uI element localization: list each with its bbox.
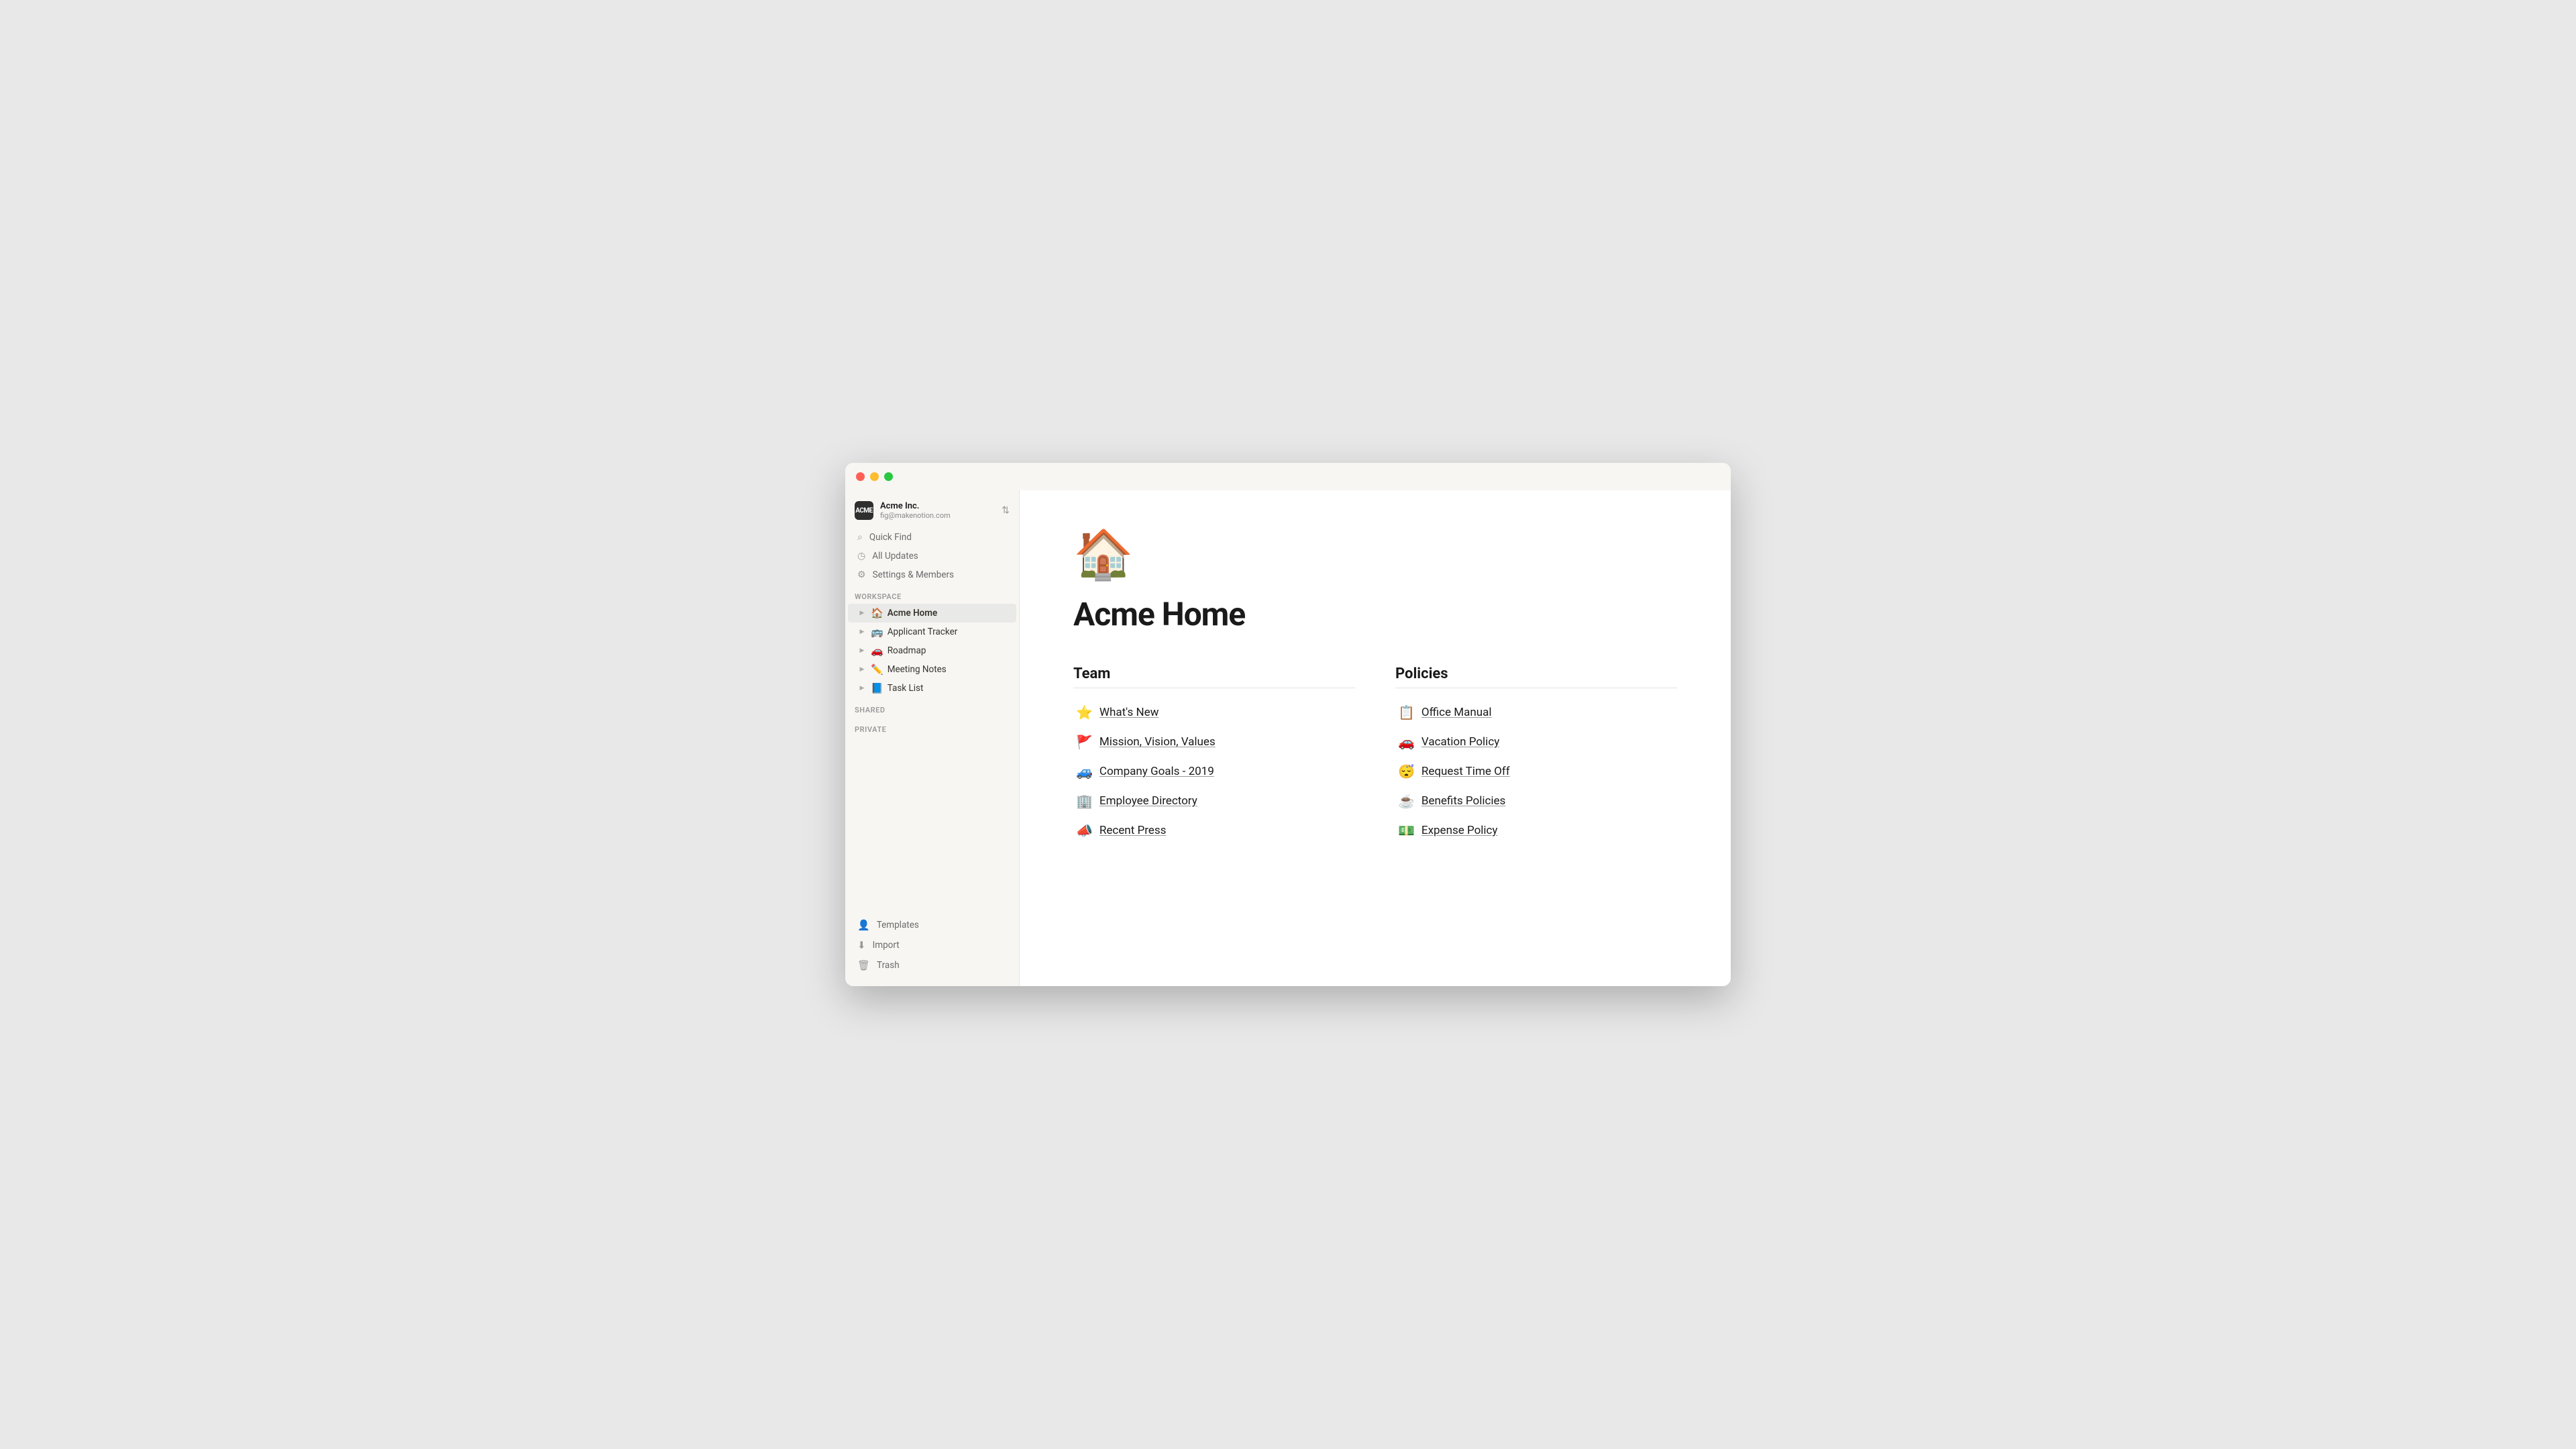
team-column: Team ⭐ What's New 🚩 Mission, Vision, Val… bbox=[1073, 665, 1355, 844]
whats-new-text: What's New bbox=[1099, 706, 1159, 719]
sidebar-item-acme-home[interactable]: ▶ 🏠 Acme Home bbox=[848, 604, 1016, 623]
sidebar-item-meeting-notes[interactable]: ▶ ✏️ Meeting Notes bbox=[848, 660, 1016, 679]
sidebar: ACME Acme Inc. fig@makenotion.com ⇅ ⌕ Qu… bbox=[845, 490, 1020, 986]
company-goals-link[interactable]: 🚙 Company Goals - 2019 bbox=[1073, 758, 1355, 785]
office-manual-text: Office Manual bbox=[1421, 706, 1492, 719]
settings-button[interactable]: ⚙ Settings & Members bbox=[848, 566, 1016, 584]
workspace-text: Acme Inc. fig@makenotion.com bbox=[880, 501, 951, 520]
app-window: ACME Acme Inc. fig@makenotion.com ⇅ ⌕ Qu… bbox=[845, 463, 1731, 986]
mission-link[interactable]: 🚩 Mission, Vision, Values bbox=[1073, 729, 1355, 755]
workspace-email: fig@makenotion.com bbox=[880, 511, 951, 520]
sidebar-bottom: 👤 Templates ⬇ Import 🗑 Trash bbox=[845, 907, 1019, 975]
page-icon: 🏠 bbox=[1073, 531, 1677, 579]
office-manual-link[interactable]: 📋 Office Manual bbox=[1395, 699, 1677, 726]
recent-press-text: Recent Press bbox=[1099, 824, 1166, 837]
page-title: Acme Home bbox=[1073, 595, 1677, 633]
employee-directory-emoji: 🏢 bbox=[1076, 793, 1093, 809]
main-layout: ACME Acme Inc. fig@makenotion.com ⇅ ⌕ Qu… bbox=[845, 490, 1731, 986]
chevron-right-icon: ▶ bbox=[857, 684, 867, 693]
benefits-policies-link[interactable]: ☕ Benefits Policies bbox=[1395, 788, 1677, 814]
sidebar-item-applicant-tracker[interactable]: ▶ 🚌 Applicant Tracker bbox=[848, 623, 1016, 641]
policies-header: Policies bbox=[1395, 665, 1677, 688]
expense-policy-emoji: 💵 bbox=[1398, 822, 1415, 839]
employee-directory-text: Employee Directory bbox=[1099, 794, 1197, 808]
chevron-right-icon: ▶ bbox=[857, 608, 867, 618]
gear-icon: ⚙ bbox=[857, 570, 866, 580]
request-time-off-emoji: 😴 bbox=[1398, 763, 1415, 780]
clock-icon: ◷ bbox=[857, 551, 865, 561]
templates-icon: 👤 bbox=[857, 919, 870, 931]
import-label: Import bbox=[873, 940, 900, 951]
import-button[interactable]: ⬇ Import bbox=[848, 935, 1016, 955]
workspace-name: Acme Inc. bbox=[880, 501, 951, 511]
workspace-logo: ACME bbox=[855, 501, 873, 520]
applicant-tracker-label: Applicant Tracker bbox=[888, 627, 1007, 637]
trash-button[interactable]: 🗑 Trash bbox=[848, 955, 1016, 975]
task-list-emoji: 📘 bbox=[871, 682, 883, 694]
team-header: Team bbox=[1073, 665, 1355, 688]
expense-policy-text: Expense Policy bbox=[1421, 824, 1498, 837]
mission-text: Mission, Vision, Values bbox=[1099, 735, 1216, 749]
meeting-notes-label: Meeting Notes bbox=[888, 664, 1007, 675]
roadmap-label: Roadmap bbox=[888, 645, 1007, 656]
content-columns: Team ⭐ What's New 🚩 Mission, Vision, Val… bbox=[1073, 665, 1677, 844]
sidebar-item-roadmap[interactable]: ▶ 🚗 Roadmap bbox=[848, 641, 1016, 660]
vacation-policy-text: Vacation Policy bbox=[1421, 735, 1499, 749]
workspace-section-label: WORKSPACE bbox=[845, 584, 1019, 604]
chevron-right-icon: ▶ bbox=[857, 665, 867, 674]
page-content: 🏠 Acme Home Team ⭐ What's New 🚩 Mission,… bbox=[1020, 490, 1731, 986]
benefits-policies-text: Benefits Policies bbox=[1421, 794, 1505, 808]
meeting-notes-emoji: ✏️ bbox=[871, 663, 883, 676]
expense-policy-link[interactable]: 💵 Expense Policy bbox=[1395, 817, 1677, 844]
team-link-list: ⭐ What's New 🚩 Mission, Vision, Values 🚙… bbox=[1073, 699, 1355, 844]
applicant-tracker-emoji: 🚌 bbox=[871, 626, 883, 638]
titlebar bbox=[845, 463, 1731, 490]
chevron-right-icon: ▶ bbox=[857, 627, 867, 637]
acme-home-emoji: 🏠 bbox=[871, 607, 883, 619]
office-manual-emoji: 📋 bbox=[1398, 704, 1415, 720]
acme-home-label: Acme Home bbox=[888, 608, 1007, 619]
quick-find-button[interactable]: ⌕ Quick Find bbox=[848, 528, 1016, 547]
roadmap-emoji: 🚗 bbox=[871, 645, 883, 657]
trash-label: Trash bbox=[877, 960, 900, 971]
shared-section-label: SHARED bbox=[845, 698, 1019, 717]
recent-press-link[interactable]: 📣 Recent Press bbox=[1073, 817, 1355, 844]
company-goals-emoji: 🚙 bbox=[1076, 763, 1093, 780]
settings-label: Settings & Members bbox=[873, 570, 954, 580]
benefits-policies-emoji: ☕ bbox=[1398, 793, 1415, 809]
workspace-chevron-icon[interactable]: ⇅ bbox=[1002, 505, 1010, 516]
private-section-label: PRIVATE bbox=[845, 717, 1019, 737]
close-button[interactable] bbox=[856, 472, 865, 481]
vacation-policy-emoji: 🚗 bbox=[1398, 734, 1415, 750]
whats-new-link[interactable]: ⭐ What's New bbox=[1073, 699, 1355, 726]
mission-emoji: 🚩 bbox=[1076, 734, 1093, 750]
company-goals-text: Company Goals - 2019 bbox=[1099, 765, 1214, 778]
sidebar-item-task-list[interactable]: ▶ 📘 Task List bbox=[848, 679, 1016, 698]
recent-press-emoji: 📣 bbox=[1076, 822, 1093, 839]
whats-new-emoji: ⭐ bbox=[1076, 704, 1093, 720]
trash-icon: 🗑 bbox=[857, 959, 870, 971]
policies-link-list: 📋 Office Manual 🚗 Vacation Policy 😴 Requ… bbox=[1395, 699, 1677, 844]
workspace-header: ACME Acme Inc. fig@makenotion.com ⇅ bbox=[845, 496, 1019, 528]
all-updates-button[interactable]: ◷ All Updates bbox=[848, 547, 1016, 566]
policies-column: Policies 📋 Office Manual 🚗 Vacation Poli… bbox=[1395, 665, 1677, 844]
request-time-off-text: Request Time Off bbox=[1421, 765, 1510, 778]
quick-find-label: Quick Find bbox=[869, 532, 912, 543]
task-list-label: Task List bbox=[888, 683, 1007, 694]
all-updates-label: All Updates bbox=[872, 551, 918, 561]
templates-label: Templates bbox=[877, 920, 919, 930]
chevron-right-icon: ▶ bbox=[857, 646, 867, 655]
request-time-off-link[interactable]: 😴 Request Time Off bbox=[1395, 758, 1677, 785]
search-icon: ⌕ bbox=[857, 532, 863, 543]
import-icon: ⬇ bbox=[857, 939, 866, 951]
vacation-policy-link[interactable]: 🚗 Vacation Policy bbox=[1395, 729, 1677, 755]
workspace-info[interactable]: ACME Acme Inc. fig@makenotion.com bbox=[855, 501, 951, 520]
minimize-button[interactable] bbox=[870, 472, 879, 481]
employee-directory-link[interactable]: 🏢 Employee Directory bbox=[1073, 788, 1355, 814]
maximize-button[interactable] bbox=[884, 472, 893, 481]
templates-button[interactable]: 👤 Templates bbox=[848, 915, 1016, 935]
